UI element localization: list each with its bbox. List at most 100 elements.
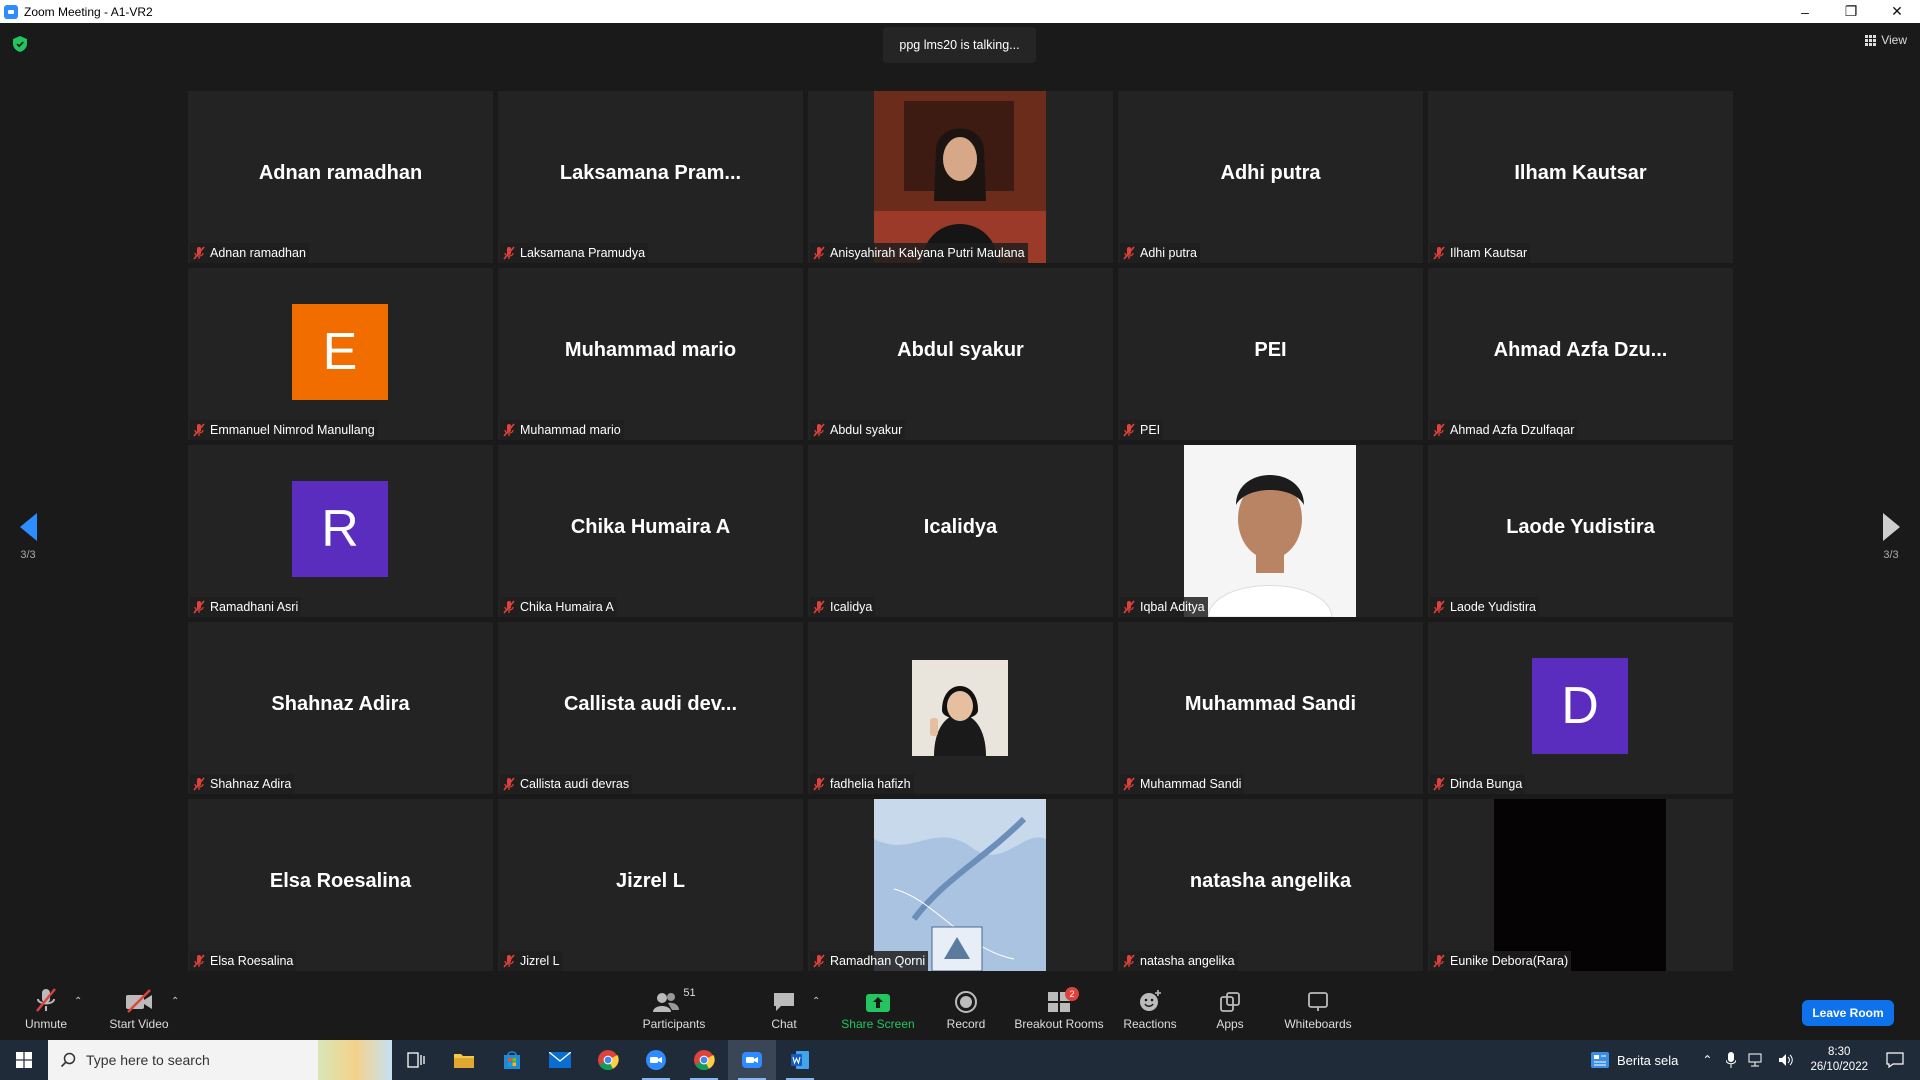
video-options-caret-icon[interactable]: ⌃ [171,996,179,1007]
mail-button[interactable] [536,1040,584,1080]
participant-tile[interactable]: Laksamana Pram... Laksamana Pramudya [498,91,803,263]
participant-video-feed [1184,445,1356,617]
mic-muted-icon [192,600,210,614]
view-label: View [1881,33,1907,47]
participant-tile[interactable]: PEI PEI [1118,268,1423,440]
participant-tile[interactable]: Muhammad Sandi Muhammad Sandi [1118,622,1423,794]
mail-icon [549,1052,571,1068]
show-hidden-icons-icon[interactable]: ⌃ [1702,1053,1712,1067]
audio-options-caret-icon[interactable]: ⌃ [74,996,82,1007]
participant-display-name: Adhi putra [1220,161,1321,184]
minimize-icon[interactable]: – [1782,0,1828,23]
participant-tile[interactable]: Adhi putra Adhi putra [1118,91,1423,263]
participant-display-name: Ilham Kautsar [1514,161,1647,184]
clock-date: 26/10/2022 [1810,1061,1868,1073]
apps-label: Apps [1216,1017,1244,1031]
word-icon [791,1051,809,1069]
participant-tile[interactable]: fadhelia hafizh [808,622,1113,794]
news-widget[interactable]: Berita sela [1590,1052,1678,1068]
participant-name: Ahmad Azfa Dzulfaqar [1450,423,1575,437]
arrow-right-icon [1882,513,1900,541]
record-icon [955,991,977,1013]
participant-tile[interactable]: natasha angelika natasha angelika [1118,799,1423,971]
participant-tile[interactable]: Callista audi dev... Callista audi devras [498,622,803,794]
participant-tile[interactable]: Icalidya Icalidya [808,445,1113,617]
participant-display-name: Muhammad mario [564,338,737,361]
search-placeholder: Type here to search [86,1052,210,1068]
record-button[interactable]: Record [940,975,992,1040]
participant-tile[interactable]: Eunike Debora(Rara) [1428,799,1733,971]
participant-tile[interactable]: E Emmanuel Nimrod Manullang [188,268,493,440]
participant-name-label: PEI [1120,420,1164,440]
participant-tile[interactable]: Jizrel L Jizrel L [498,799,803,971]
participant-display-name: natasha angelika [1189,869,1352,892]
participant-name-label: Callista audi devras [500,774,633,794]
participant-video-feed [874,91,1046,263]
encryption-shield-icon[interactable] [13,36,27,52]
reactions-button[interactable]: Reactions [1122,975,1178,1040]
zoom-meeting-taskbar-button[interactable] [728,1040,776,1080]
whiteboards-button[interactable]: Whiteboards [1282,975,1354,1040]
restore-icon[interactable]: ❐ [1828,0,1874,23]
share-screen-button[interactable]: Share Screen [838,975,918,1040]
mic-muted-icon [192,246,210,260]
participant-tile[interactable]: Muhammad mario Muhammad mario [498,268,803,440]
leave-room-button[interactable]: Leave Room [1802,1000,1894,1026]
taskbar-search-box[interactable]: Type here to search [48,1040,392,1080]
clock[interactable]: 8:30 26/10/2022 [1810,1045,1868,1075]
participant-name: Abdul syakur [830,423,903,437]
search-highlight-illustration [318,1040,392,1080]
record-label: Record [946,1017,986,1031]
participant-tile[interactable]: Abdul syakur Abdul syakur [808,268,1113,440]
participant-tile[interactable]: Adnan ramadhan Adnan ramadhan [188,91,493,263]
microsoft-store-button[interactable] [488,1040,536,1080]
meeting-toolbar: Unmute ⌃ Start Video ⌃ 51 Participants C… [0,975,1920,1040]
chrome-profile-button[interactable] [680,1040,728,1080]
task-view-button[interactable] [392,1040,440,1080]
reactions-smiley-icon [1140,990,1161,1011]
view-button[interactable]: View [1865,33,1907,47]
participant-tile[interactable]: Elsa Roesalina Elsa Roesalina [188,799,493,971]
close-icon[interactable]: ✕ [1874,0,1920,23]
notifications-icon[interactable] [1886,1052,1904,1068]
start-video-button[interactable]: Start Video [104,975,174,1040]
volume-icon[interactable] [1778,1053,1794,1067]
windows-start-button[interactable] [0,1040,48,1080]
participant-tile[interactable]: Ramadhan Qorni [808,799,1113,971]
participant-tile[interactable]: Chika Humaira A Chika Humaira A [498,445,803,617]
file-explorer-button[interactable] [440,1040,488,1080]
participant-name: Ramadhani Asri [210,600,299,614]
apps-button[interactable]: Apps [1210,975,1250,1040]
mic-muted-icon [502,600,520,614]
chat-button[interactable]: Chat [764,975,804,1040]
participant-name: Jizrel L [520,954,560,968]
participant-tile[interactable]: D Dinda Bunga [1428,622,1733,794]
participant-name: Laode Yudistira [1450,600,1536,614]
participant-tile[interactable]: R Ramadhani Asri [188,445,493,617]
zoom-taskbar-button-1[interactable] [632,1040,680,1080]
chrome-button[interactable] [584,1040,632,1080]
window-title: Zoom Meeting - A1-VR2 [24,4,153,19]
unmute-button[interactable]: Unmute [18,975,74,1040]
participant-name: Emmanuel Nimrod Manullang [210,423,375,437]
breakout-rooms-button[interactable]: 2 Breakout Rooms [1014,975,1104,1040]
video-off-icon [126,989,152,1013]
prev-page-button[interactable]: 3/3 [8,513,48,561]
network-icon[interactable] [1748,1053,1766,1067]
participant-tile[interactable]: Shahnaz Adira Shahnaz Adira [188,622,493,794]
participant-display-name: Muhammad Sandi [1184,692,1357,715]
participant-tile[interactable]: Ahmad Azfa Dzu... Ahmad Azfa Dzulfaqar [1428,268,1733,440]
word-button[interactable] [776,1040,824,1080]
participant-tile[interactable]: Ilham Kautsar Ilham Kautsar [1428,91,1733,263]
participant-name-label: Jizrel L [500,951,563,971]
clock-time: 8:30 [1828,1046,1851,1058]
share-options-caret-icon[interactable]: ⌃ [812,996,820,1007]
search-icon [60,1052,76,1068]
microphone-icon[interactable] [1726,1052,1737,1068]
participant-tile[interactable]: Laode Yudistira Laode Yudistira [1428,445,1733,617]
participant-tile[interactable]: Iqbal Aditya [1118,445,1423,617]
participant-tile[interactable]: Anisyahirah Kalyana Putri Maulana [808,91,1113,263]
next-page-button[interactable]: 3/3 [1871,513,1911,561]
participant-name-label: Laksamana Pramudya [500,243,649,263]
participants-button[interactable]: 51 Participants [638,975,710,1040]
